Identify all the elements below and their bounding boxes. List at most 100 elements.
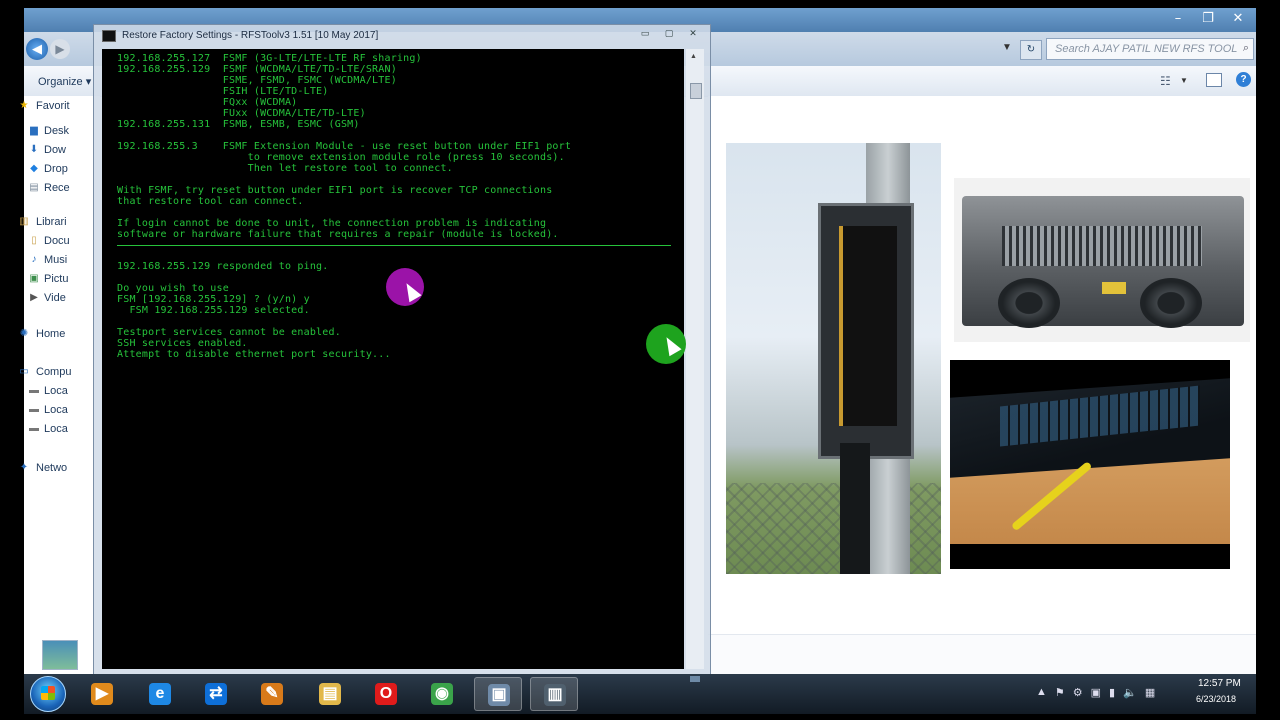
- resize-handle[interactable]: [690, 676, 700, 682]
- console-minimize-button[interactable]: ▭: [634, 27, 656, 41]
- sidebar-item-label: Rece: [44, 182, 70, 194]
- sidebar-item-favorit[interactable]: ★ Favorit: [20, 100, 70, 112]
- tray-icon[interactable]: ▣: [1091, 686, 1101, 699]
- network-icon: ✦: [19, 462, 29, 473]
- console-line: 192.168.255.129 FSMF (WCDMA/LTE/TD-LTE/S…: [117, 64, 397, 75]
- navigation-pane: ★ Favorit ▆ Desk ⬇ Dow ◆ Drop ▤ Rece ▥ Librari ▯ Docu…: [19, 96, 100, 674]
- forward-button[interactable]: ▶: [50, 39, 70, 59]
- console-window[interactable]: Restore Factory Settings - RFSToolv3 1.5…: [93, 24, 711, 676]
- sidebar-item-label: Docu: [44, 235, 70, 247]
- details-strip: [708, 634, 1256, 675]
- photo-pole-mounted-unit: [726, 143, 941, 574]
- scroll-thumb[interactable]: [690, 83, 702, 99]
- sidebar-item-desk[interactable]: ▆ Desk: [30, 125, 70, 137]
- console-line: If login cannot be done to unit, the con…: [117, 218, 547, 229]
- sidebar-item-rece[interactable]: ▤ Rece: [29, 182, 70, 194]
- console-line: Do you wish to use: [117, 283, 229, 294]
- taskbar-button[interactable]: ▤: [306, 677, 354, 711]
- maximize-button[interactable]: ❐: [1196, 10, 1220, 28]
- console-line: SSH services enabled.: [117, 338, 248, 349]
- tray-icon[interactable]: ▦: [1145, 686, 1155, 699]
- console-close-button[interactable]: ✕: [682, 27, 704, 41]
- paint-app-icon: ✎: [261, 683, 283, 705]
- file-explorer-icon: ▤: [319, 683, 341, 705]
- taskbar-button[interactable]: ◉: [418, 677, 466, 711]
- chevron-down-icon[interactable]: ▼: [1002, 42, 1012, 53]
- console-scrollbar[interactable]: ▲: [686, 49, 704, 669]
- taskbar-button[interactable]: ▥: [530, 677, 578, 711]
- sidebar-item-drop[interactable]: ◆ Drop: [30, 163, 68, 175]
- sidebar-item-label: Pictu: [44, 273, 69, 285]
- taskbar-button[interactable]: ▶: [78, 677, 126, 711]
- taskbar-button[interactable]: ▣: [474, 677, 522, 711]
- sidebar-item-loca[interactable]: ▬ Loca: [29, 385, 68, 397]
- sidebar-item-vide[interactable]: ▶ Vide: [30, 292, 66, 304]
- console-line: FSM 192.168.255.129 selected.: [117, 305, 310, 316]
- teamviewer-icon: ⇄: [205, 683, 227, 705]
- taskbar-button[interactable]: ✎: [248, 677, 296, 711]
- system-tray: ▲ ⚑ ⚙ ▣ ▮ 🔈 ▦: [1036, 686, 1155, 699]
- start-button[interactable]: [30, 676, 66, 712]
- separator-line: [117, 245, 671, 246]
- taskbar-button[interactable]: O: [362, 677, 410, 711]
- sidebar-item-librari[interactable]: ▥ Librari: [19, 216, 66, 228]
- photo-laptop-ethernet: [950, 360, 1230, 569]
- minimize-button[interactable]: –: [1166, 10, 1190, 28]
- module-body-graphic: [962, 196, 1244, 328]
- search-input[interactable]: Search AJAY PATIL NEW RFS TOOL ⌕: [1046, 38, 1254, 60]
- sidebar-item-compu[interactable]: ▭ Compu: [19, 366, 71, 378]
- console-line: With FSMF, try reset button under EIF1 p…: [117, 185, 553, 196]
- scroll-up-icon[interactable]: ▲: [690, 53, 697, 60]
- remote-desktop-icon: ▣: [488, 684, 510, 706]
- show-hidden-icons-icon[interactable]: ▲: [1036, 686, 1047, 699]
- tray-icon[interactable]: ⚙: [1073, 686, 1083, 699]
- sidebar-item-loca[interactable]: ▬ Loca: [29, 423, 68, 435]
- search-icon[interactable]: ⌕: [1243, 42, 1249, 55]
- tray-icon[interactable]: ⚑: [1055, 686, 1065, 699]
- clock-date[interactable]: 6/23/2018: [1196, 694, 1236, 704]
- sidebar-item-label: Desk: [44, 125, 70, 137]
- help-icon[interactable]: ?: [1236, 72, 1251, 87]
- search-placeholder: Search AJAY PATIL NEW RFS TOOL: [1055, 43, 1238, 55]
- taskbar: ▶ e ⇄ ✎ ▤ O ◉ ▣ ▥ ▲ ⚑ ⚙ ▣ ▮ 🔈 ▦ 12:57 PM 6/23/2018: [24, 674, 1256, 714]
- console-titlebar[interactable]: Restore Factory Settings - RFSToolv3 1.5…: [94, 25, 710, 47]
- sidebar-item-label: Dow: [44, 144, 67, 156]
- console-line: FUxx (WCDMA/LTE/TD-LTE): [117, 108, 366, 119]
- console-line: 192.168.255.131 FSMB, ESMB, ESMC (GSM): [117, 119, 360, 130]
- dropbox-icon: ◆: [30, 163, 38, 174]
- refresh-button[interactable]: ↻: [1020, 40, 1042, 60]
- console-line: 192.168.255.127 FSMF (3G-LTE/LTE-LTE RF …: [117, 53, 422, 64]
- computer-icon: ▭: [19, 366, 29, 377]
- back-button[interactable]: ◀: [26, 38, 48, 60]
- chevron-down-icon[interactable]: ▼: [1180, 76, 1188, 85]
- sidebar-item-musi[interactable]: ♪ Musi: [32, 254, 68, 266]
- console-line: to remove extension module role (press 1…: [117, 152, 565, 163]
- sidebar-item-dow[interactable]: ⬇ Dow: [30, 144, 67, 156]
- sidebar-item-pictu[interactable]: ▣ Pictu: [29, 273, 69, 285]
- organize-button[interactable]: Organize ▾: [38, 75, 91, 88]
- media-player-icon: ▶: [91, 683, 113, 705]
- sidebar-item-docu[interactable]: ▯ Docu: [31, 235, 70, 247]
- change-view-icon[interactable]: ☷: [1160, 74, 1171, 88]
- sidebar-item-loca[interactable]: ▬ Loca: [29, 404, 68, 416]
- sidebar-item-home[interactable]: ✺ Home: [20, 328, 66, 340]
- clock-time[interactable]: 12:57 PM: [1198, 678, 1241, 689]
- homegroup-icon: ✺: [19, 328, 29, 339]
- sidebar-item-label: Home: [36, 328, 66, 340]
- tray-icon[interactable]: ▮: [1109, 686, 1115, 699]
- close-button[interactable]: ✕: [1226, 10, 1250, 28]
- preview-pane-icon[interactable]: [1206, 73, 1222, 87]
- sidebar-item-netwo[interactable]: ✦ Netwo: [20, 462, 67, 474]
- console-output[interactable]: 192.168.255.127 FSMF (3G-LTE/LTE-LTE RF …: [102, 49, 684, 669]
- console-line: 192.168.255.3 FSMF Extension Module - us…: [117, 141, 572, 152]
- console-line: software or hardware failure that requir…: [117, 229, 559, 240]
- drive-icon: ▬: [29, 385, 39, 396]
- file-thumbnail[interactable]: [42, 640, 78, 670]
- taskbar-button[interactable]: ⇄: [192, 677, 240, 711]
- libraries-icon: ▥: [19, 216, 29, 227]
- tray-icon[interactable]: 🔈: [1123, 686, 1137, 699]
- star-icon: ★: [19, 100, 29, 111]
- console-maximize-button[interactable]: ▢: [658, 27, 680, 41]
- opera-icon: O: [375, 683, 397, 705]
- taskbar-button[interactable]: e: [136, 677, 184, 711]
